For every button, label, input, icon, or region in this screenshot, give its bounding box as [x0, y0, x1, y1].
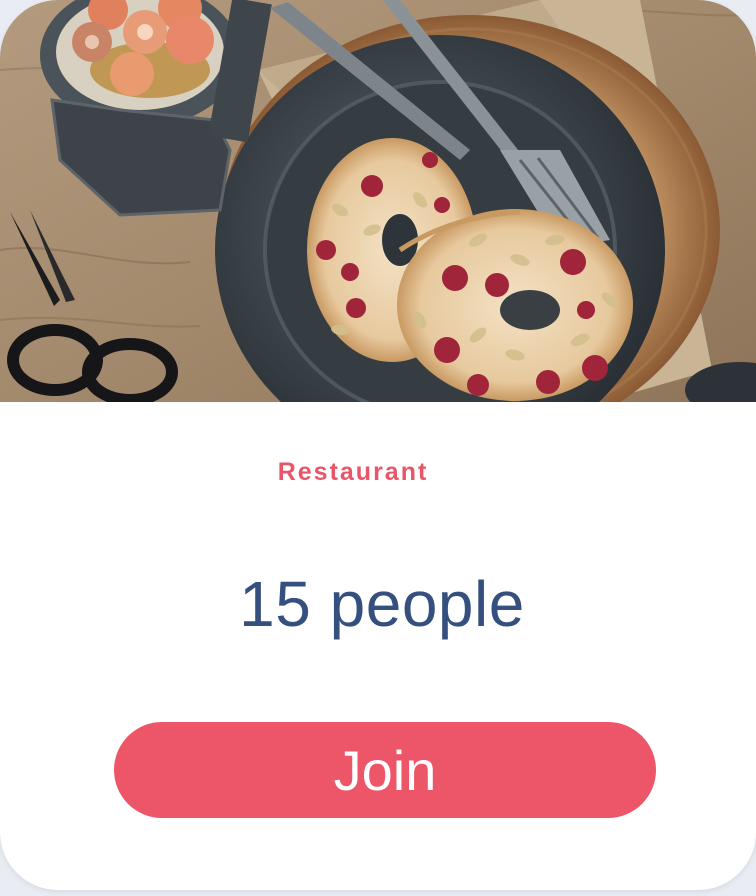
hero-food-image — [0, 0, 756, 402]
join-button[interactable]: Join — [114, 722, 656, 818]
people-count: 15 people — [239, 568, 525, 640]
event-card[interactable]: Restaurant 15 people Join — [0, 0, 756, 890]
category-label: Restaurant — [277, 458, 429, 486]
